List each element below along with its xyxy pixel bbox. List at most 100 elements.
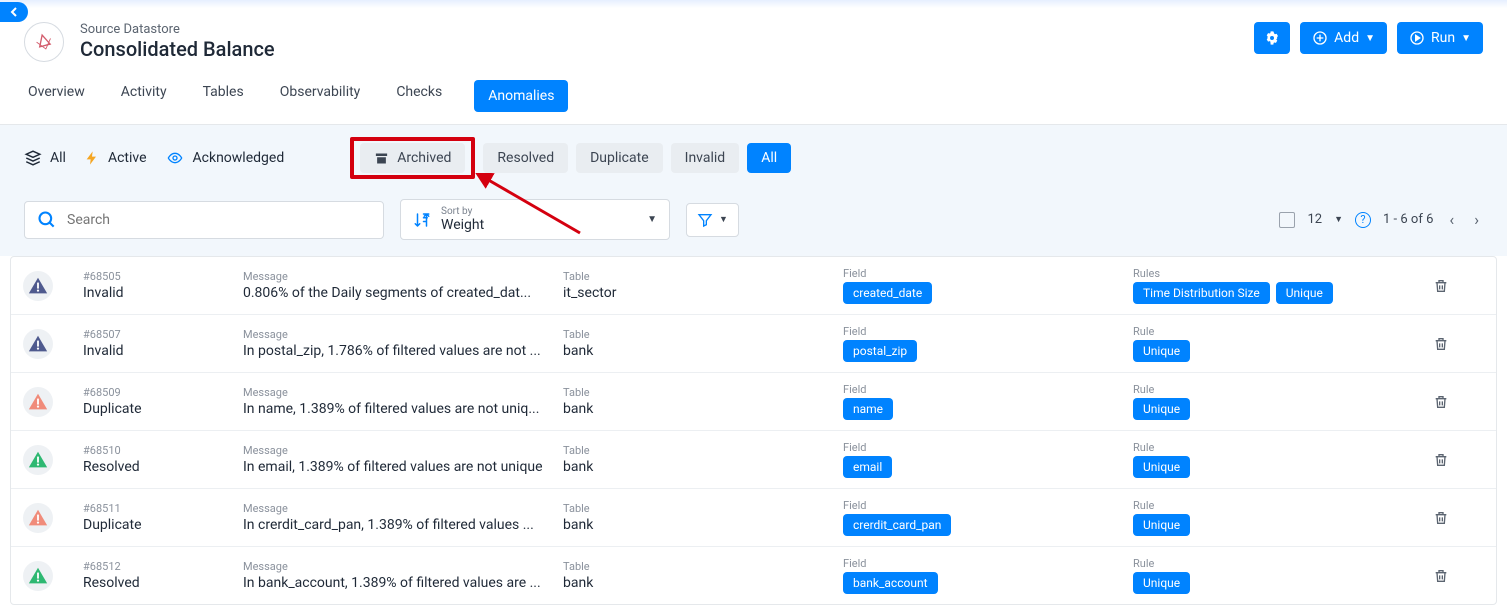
table-label: Table <box>563 386 843 399</box>
row-message: In crerdit_card_pan, 1.389% of filtered … <box>243 517 543 533</box>
row-status: Invalid <box>83 343 243 359</box>
filter-all-label: All <box>50 150 66 166</box>
filter-pill-resolved[interactable]: Resolved <box>483 143 568 173</box>
row-table: bank <box>563 343 843 359</box>
search-icon <box>37 210 57 230</box>
tab-observability[interactable]: Observability <box>276 84 365 124</box>
rule-label: Rule <box>1133 441 1433 454</box>
table-label: Table <box>563 444 843 457</box>
row-status: Resolved <box>83 575 243 591</box>
chevron-down-icon: ▼ <box>1461 33 1471 44</box>
rule-chip[interactable]: Unique <box>1133 398 1190 420</box>
delete-button[interactable] <box>1433 567 1493 585</box>
row-message: In email, 1.389% of filtered values are … <box>243 459 543 475</box>
trash-icon <box>1433 393 1449 411</box>
filter-pill-invalid[interactable]: Invalid <box>671 143 740 173</box>
chevron-down-icon: ▼ <box>1365 33 1375 44</box>
table-row[interactable]: #68512 Resolved Message In bank_account,… <box>11 547 1496 604</box>
filter-acknowledged[interactable]: Acknowledged <box>165 150 285 166</box>
field-label: Field <box>843 499 1133 512</box>
sort-icon <box>413 211 431 229</box>
header-subtitle: Source Datastore <box>80 22 1254 37</box>
search-input-wrapper[interactable] <box>24 201 384 239</box>
delete-button[interactable] <box>1433 277 1493 295</box>
table-row[interactable]: #68507 Invalid Message In postal_zip, 1.… <box>11 315 1496 373</box>
tab-tables[interactable]: Tables <box>199 84 248 124</box>
row-status: Duplicate <box>83 517 243 533</box>
rule-label: Rule <box>1133 325 1433 338</box>
row-message: In postal_zip, 1.786% of filtered values… <box>243 343 543 359</box>
field-chip[interactable]: email <box>843 456 892 478</box>
message-label: Message <box>243 328 563 341</box>
settings-button[interactable] <box>1254 22 1290 54</box>
field-chip[interactable]: crerdit_card_pan <box>843 514 951 536</box>
pagination: 12 ▼ ? 1 - 6 of 6 ‹ › <box>1279 206 1483 233</box>
row-message: In name, 1.389% of filtered values are n… <box>243 401 543 417</box>
table-row[interactable]: #68510 Resolved Message In email, 1.389%… <box>11 431 1496 489</box>
add-button[interactable]: Add ▼ <box>1300 22 1387 54</box>
row-status: Resolved <box>83 459 243 475</box>
delete-button[interactable] <box>1433 335 1493 353</box>
row-status: Duplicate <box>83 401 243 417</box>
status-icon <box>23 503 53 533</box>
rule-chip[interactable]: Unique <box>1133 514 1190 536</box>
archive-icon <box>374 151 389 166</box>
row-table: it_sector <box>563 285 843 301</box>
select-all-checkbox[interactable] <box>1279 212 1295 228</box>
field-chip[interactable]: created_date <box>843 282 932 304</box>
chevron-down-icon: ▼ <box>719 214 728 225</box>
rule-label: Rules <box>1133 267 1433 280</box>
tab-activity[interactable]: Activity <box>117 84 171 124</box>
table-row[interactable]: #68511 Duplicate Message In crerdit_card… <box>11 489 1496 547</box>
sort-dropdown[interactable]: Sort by Weight ▼ <box>400 199 670 240</box>
delete-button[interactable] <box>1433 509 1493 527</box>
run-button[interactable]: Run ▼ <box>1397 22 1483 54</box>
page-prev[interactable]: ‹ <box>1445 206 1458 233</box>
table-row[interactable]: #68509 Duplicate Message In name, 1.389%… <box>11 373 1496 431</box>
row-status: Invalid <box>83 285 243 301</box>
row-table: bank <box>563 575 843 591</box>
help-icon[interactable]: ? <box>1355 212 1371 228</box>
filter-pill-duplicate[interactable]: Duplicate <box>576 143 663 173</box>
rule-label: Rule <box>1133 383 1433 396</box>
filter-button[interactable]: ▼ <box>686 203 739 237</box>
filter-pill-all[interactable]: All <box>747 143 791 173</box>
page-size[interactable]: 12 <box>1307 212 1322 227</box>
rule-chip[interactable]: Unique <box>1133 572 1190 594</box>
row-id: #68510 <box>83 444 243 457</box>
collapse-panel-tab[interactable] <box>0 2 28 22</box>
filter-pill-archived[interactable]: Archived <box>360 143 465 173</box>
tab-overview[interactable]: Overview <box>24 84 89 124</box>
tab-checks[interactable]: Checks <box>392 84 446 124</box>
trash-icon <box>1433 509 1449 527</box>
table-label: Table <box>563 270 843 283</box>
delete-button[interactable] <box>1433 451 1493 469</box>
message-label: Message <box>243 502 563 515</box>
page-header: Source Datastore Consolidated Balance Ad… <box>0 8 1507 62</box>
field-chip[interactable]: bank_account <box>843 572 938 594</box>
page-next[interactable]: › <box>1470 206 1483 233</box>
field-chip[interactable]: name <box>843 398 893 420</box>
add-circle-icon <box>1312 30 1328 46</box>
status-icon <box>23 271 53 301</box>
anomaly-list: #68505 Invalid Message 0.806% of the Dai… <box>10 256 1497 605</box>
rule-chip[interactable]: Unique <box>1133 340 1190 362</box>
delete-button[interactable] <box>1433 393 1493 411</box>
table-row[interactable]: #68505 Invalid Message 0.806% of the Dai… <box>11 257 1496 315</box>
rule-chip[interactable]: Unique <box>1133 456 1190 478</box>
message-label: Message <box>243 560 563 573</box>
tab-anomalies[interactable]: Anomalies <box>474 80 568 112</box>
rule-chip[interactable]: Unique <box>1276 282 1333 304</box>
field-chip[interactable]: postal_zip <box>843 340 917 362</box>
row-id: #68511 <box>83 502 243 515</box>
eye-icon <box>165 150 185 166</box>
status-icon <box>23 329 53 359</box>
chevron-down-icon[interactable]: ▼ <box>1334 214 1343 225</box>
rule-chip[interactable]: Time Distribution Size <box>1133 282 1270 304</box>
search-input[interactable] <box>67 212 371 228</box>
filter-all[interactable]: All <box>24 149 66 167</box>
filter-active[interactable]: Active <box>84 150 147 166</box>
table-label: Table <box>563 328 843 341</box>
toolbar: Sort by Weight ▼ ▼ 12 ▼ ? 1 - 6 of 6 ‹ › <box>0 191 1507 256</box>
field-label: Field <box>843 383 1133 396</box>
